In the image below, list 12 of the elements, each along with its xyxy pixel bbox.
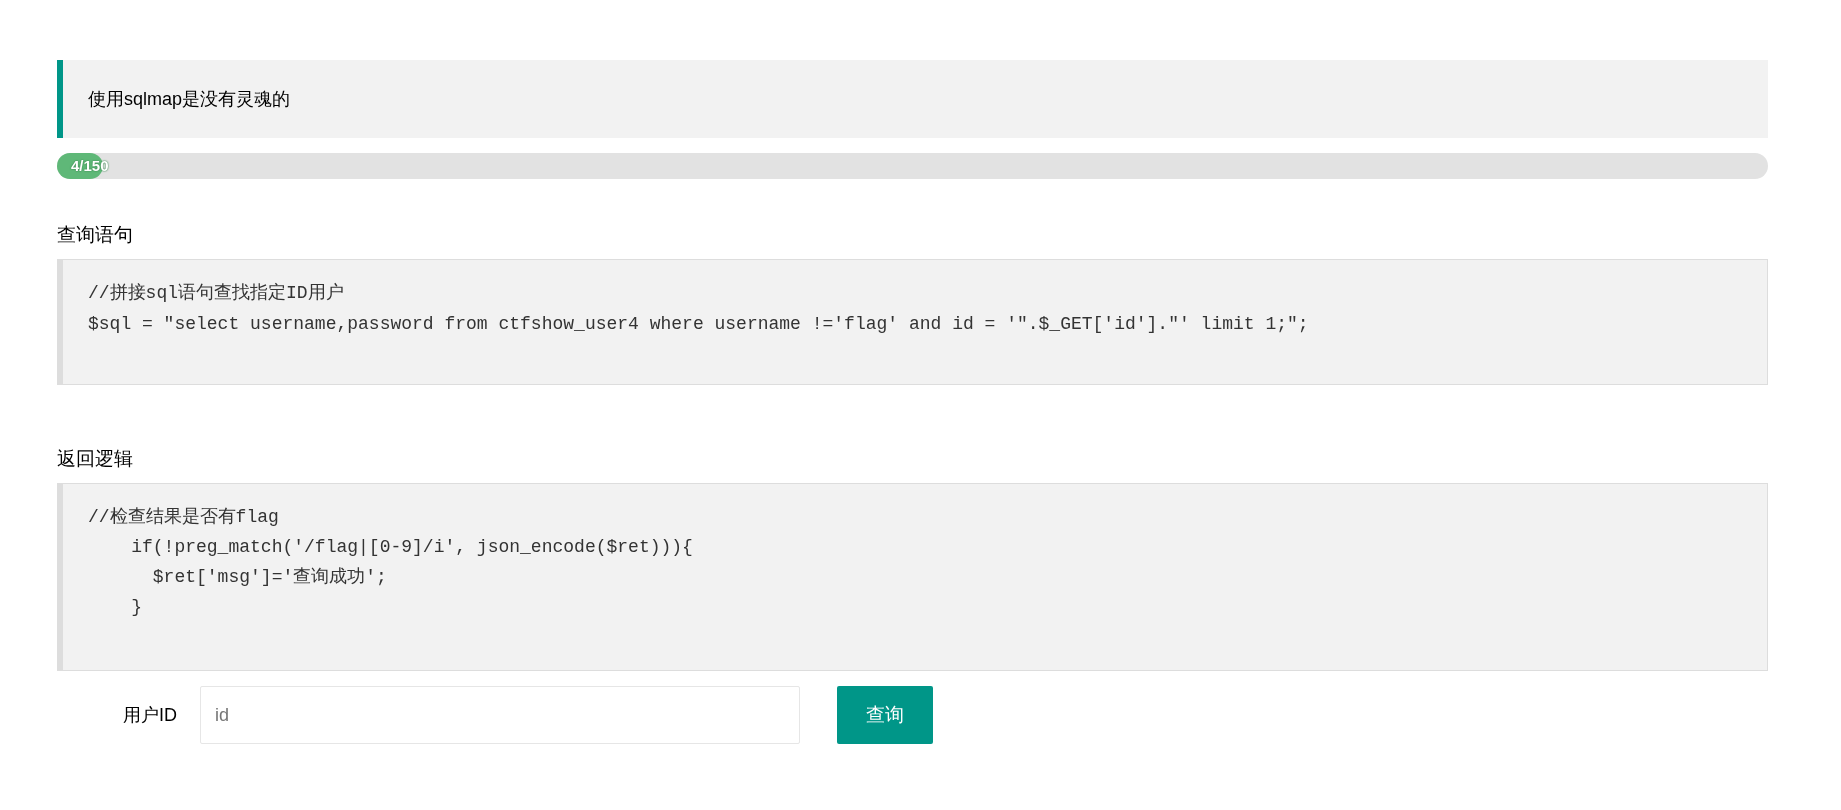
field-label: 用户ID <box>122 704 178 727</box>
code-line: //检查结果是否有flag <box>88 506 280 529</box>
notice-text: 使用sqlmap是没有灵魂的 <box>88 88 291 111</box>
code-line: } <box>130 596 143 619</box>
query-button[interactable]: 查询 <box>837 686 933 744</box>
user-id-field[interactable]: id <box>200 686 800 744</box>
section-heading: 返回逻辑 <box>57 447 134 471</box>
code-line: if(!preg_match('/flag|[0-9]/i', json_encode($ret))){ <box>130 536 694 559</box>
code-line: $ret['msg']='查询成功'; <box>151 566 388 589</box>
section-heading: 查询语句 <box>57 223 134 247</box>
code-line: //拼接sql语句查找指定ID用户 <box>88 282 345 305</box>
code-line: $sql = "select username,password from ctfshow_user4 where username !='flag' and id = '".$_GET['id']."' limit 1;"; <box>88 313 1310 336</box>
